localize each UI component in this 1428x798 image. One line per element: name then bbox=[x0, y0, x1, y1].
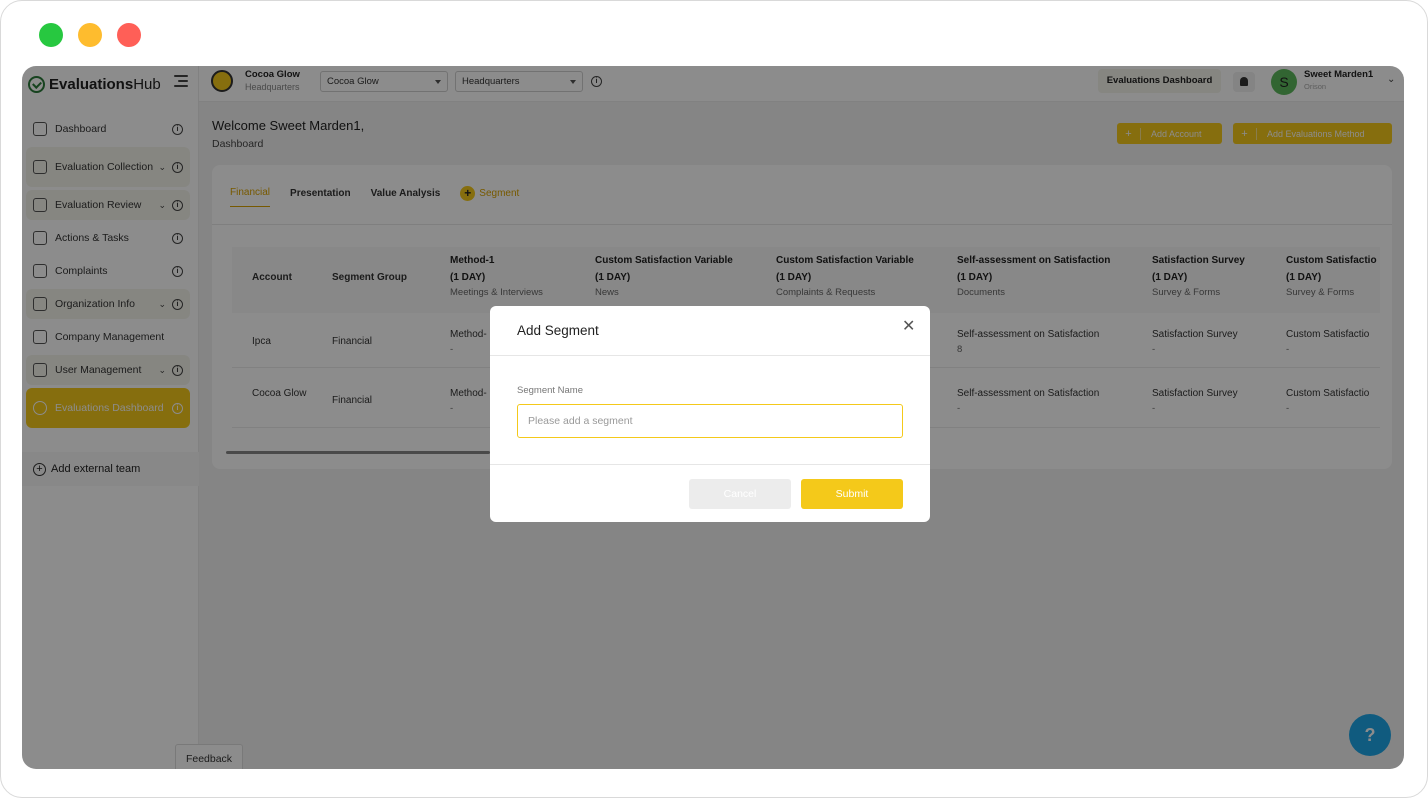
submit-button[interactable]: Submit bbox=[801, 479, 903, 509]
modal-title: Add Segment bbox=[517, 323, 599, 338]
window-maximize-button[interactable] bbox=[39, 23, 63, 47]
cancel-button[interactable]: Cancel bbox=[689, 479, 791, 509]
app: Evaluations Hub Dashboard i Evaluation Co… bbox=[22, 66, 1404, 769]
modal-divider bbox=[490, 464, 930, 465]
segment-name-label: Segment Name bbox=[517, 385, 584, 396]
window-close-button[interactable] bbox=[117, 23, 141, 47]
add-segment-modal: Add Segment ✕ Segment Name Cancel Submit bbox=[490, 306, 930, 522]
segment-name-input[interactable] bbox=[517, 404, 903, 438]
close-icon[interactable]: ✕ bbox=[902, 316, 915, 336]
modal-divider bbox=[490, 355, 930, 356]
window-minimize-button[interactable] bbox=[78, 23, 102, 47]
